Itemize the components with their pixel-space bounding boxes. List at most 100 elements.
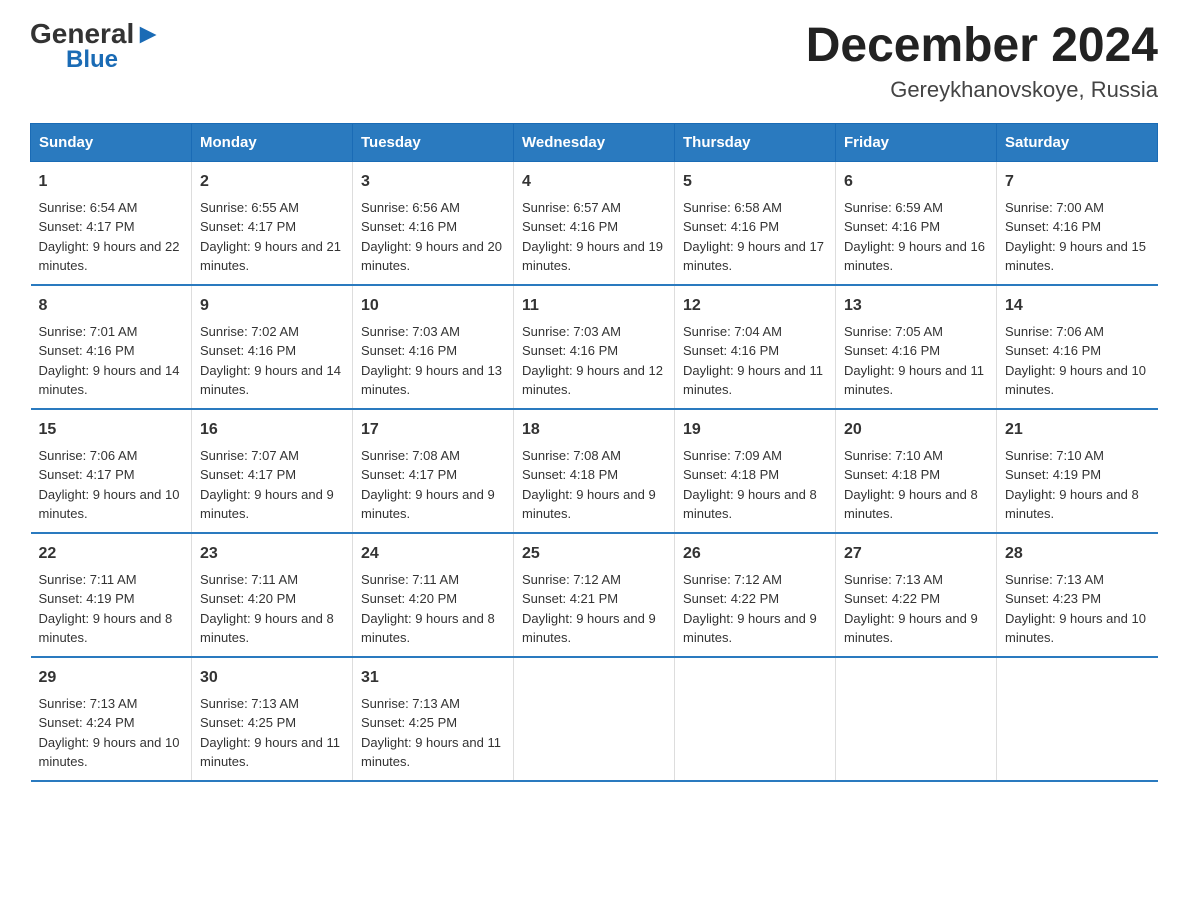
calendar-cell: 28Sunrise: 7:13 AMSunset: 4:23 PMDayligh… bbox=[997, 533, 1158, 657]
day-info: Sunrise: 7:07 AMSunset: 4:17 PMDaylight:… bbox=[200, 448, 334, 522]
calendar-cell: 15Sunrise: 7:06 AMSunset: 4:17 PMDayligh… bbox=[31, 409, 192, 533]
calendar-week-1: 1 Sunrise: 6:54 AMSunset: 4:17 PMDaylight… bbox=[31, 161, 1158, 285]
day-info: Sunrise: 7:10 AMSunset: 4:18 PMDaylight:… bbox=[844, 448, 978, 522]
calendar-cell: 12 Sunrise: 7:04 AMSunset: 4:16 PMDayligh… bbox=[675, 285, 836, 409]
calendar-week-2: 8 Sunrise: 7:01 AMSunset: 4:16 PMDaylight… bbox=[31, 285, 1158, 409]
title-block: December 2024 Gereykhanovskoye, Russia bbox=[806, 20, 1158, 103]
calendar-cell: 25 Sunrise: 7:12 AMSunset: 4:21 PMDayligh… bbox=[514, 533, 675, 657]
calendar-table: SundayMondayTuesdayWednesdayThursdayFrid… bbox=[30, 123, 1158, 782]
day-info: Sunrise: 7:13 AMSunset: 4:24 PMDaylight:… bbox=[39, 696, 180, 770]
day-number: 28 bbox=[1005, 542, 1150, 566]
calendar-cell: 10 Sunrise: 7:03 AMSunset: 4:16 PMDayligh… bbox=[353, 285, 514, 409]
calendar-cell: 31Sunrise: 7:13 AMSunset: 4:25 PMDayligh… bbox=[353, 657, 514, 781]
calendar-cell: 3 Sunrise: 6:56 AMSunset: 4:16 PMDaylight… bbox=[353, 161, 514, 285]
header-tuesday: Tuesday bbox=[353, 123, 514, 161]
day-number: 14 bbox=[1005, 294, 1150, 318]
calendar-cell bbox=[514, 657, 675, 781]
day-number: 12 bbox=[683, 294, 827, 318]
day-number: 4 bbox=[522, 170, 666, 194]
calendar-week-5: 29Sunrise: 7:13 AMSunset: 4:24 PMDayligh… bbox=[31, 657, 1158, 781]
calendar-cell: 14 Sunrise: 7:06 AMSunset: 4:16 PMDayligh… bbox=[997, 285, 1158, 409]
calendar-cell: 19 Sunrise: 7:09 AMSunset: 4:18 PMDayligh… bbox=[675, 409, 836, 533]
day-info: Sunrise: 6:54 AMSunset: 4:17 PMDaylight:… bbox=[39, 200, 180, 274]
day-info: Sunrise: 6:56 AMSunset: 4:16 PMDaylight:… bbox=[361, 200, 502, 274]
calendar-cell: 13 Sunrise: 7:05 AMSunset: 4:16 PMDayligh… bbox=[836, 285, 997, 409]
calendar-cell: 1 Sunrise: 6:54 AMSunset: 4:17 PMDaylight… bbox=[31, 161, 192, 285]
day-number: 27 bbox=[844, 542, 988, 566]
day-number: 8 bbox=[39, 294, 184, 318]
calendar-cell: 26 Sunrise: 7:12 AMSunset: 4:22 PMDayligh… bbox=[675, 533, 836, 657]
calendar-cell: 21Sunrise: 7:10 AMSunset: 4:19 PMDayligh… bbox=[997, 409, 1158, 533]
calendar-cell: 30Sunrise: 7:13 AMSunset: 4:25 PMDayligh… bbox=[192, 657, 353, 781]
calendar-cell: 18 Sunrise: 7:08 AMSunset: 4:18 PMDayligh… bbox=[514, 409, 675, 533]
page-header: General► Blue December 2024 Gereykhanovs… bbox=[30, 20, 1158, 103]
day-number: 18 bbox=[522, 418, 666, 442]
day-info: Sunrise: 7:01 AMSunset: 4:16 PMDaylight:… bbox=[39, 324, 180, 398]
day-number: 30 bbox=[200, 666, 344, 690]
calendar-cell: 24 Sunrise: 7:11 AMSunset: 4:20 PMDayligh… bbox=[353, 533, 514, 657]
day-number: 26 bbox=[683, 542, 827, 566]
calendar-cell: 17 Sunrise: 7:08 AMSunset: 4:17 PMDayligh… bbox=[353, 409, 514, 533]
calendar-cell: 23 Sunrise: 7:11 AMSunset: 4:20 PMDayligh… bbox=[192, 533, 353, 657]
calendar-subtitle: Gereykhanovskoye, Russia bbox=[806, 77, 1158, 103]
day-info: Sunrise: 7:13 AMSunset: 4:22 PMDaylight:… bbox=[844, 572, 978, 646]
calendar-cell: 2 Sunrise: 6:55 AMSunset: 4:17 PMDaylight… bbox=[192, 161, 353, 285]
day-number: 25 bbox=[522, 542, 666, 566]
day-info: Sunrise: 7:11 AMSunset: 4:20 PMDaylight:… bbox=[361, 572, 495, 646]
day-info: Sunrise: 7:02 AMSunset: 4:16 PMDaylight:… bbox=[200, 324, 341, 398]
day-number: 5 bbox=[683, 170, 827, 194]
calendar-cell: 27 Sunrise: 7:13 AMSunset: 4:22 PMDayligh… bbox=[836, 533, 997, 657]
day-info: Sunrise: 7:06 AMSunset: 4:17 PMDaylight:… bbox=[39, 448, 180, 522]
day-number: 3 bbox=[361, 170, 505, 194]
day-number: 6 bbox=[844, 170, 988, 194]
calendar-cell: 20Sunrise: 7:10 AMSunset: 4:18 PMDayligh… bbox=[836, 409, 997, 533]
calendar-cell: 9Sunrise: 7:02 AMSunset: 4:16 PMDaylight… bbox=[192, 285, 353, 409]
calendar-cell bbox=[675, 657, 836, 781]
day-number: 7 bbox=[1005, 170, 1150, 194]
calendar-cell: 8 Sunrise: 7:01 AMSunset: 4:16 PMDaylight… bbox=[31, 285, 192, 409]
day-number: 1 bbox=[39, 170, 184, 194]
day-info: Sunrise: 6:55 AMSunset: 4:17 PMDaylight:… bbox=[200, 200, 341, 274]
day-number: 10 bbox=[361, 294, 505, 318]
calendar-cell: 16 Sunrise: 7:07 AMSunset: 4:17 PMDayligh… bbox=[192, 409, 353, 533]
day-info: Sunrise: 7:12 AMSunset: 4:22 PMDaylight:… bbox=[683, 572, 817, 646]
day-info: Sunrise: 7:12 AMSunset: 4:21 PMDaylight:… bbox=[522, 572, 656, 646]
header-saturday: Saturday bbox=[997, 123, 1158, 161]
day-info: Sunrise: 7:08 AMSunset: 4:18 PMDaylight:… bbox=[522, 448, 656, 522]
logo: General► Blue bbox=[30, 20, 162, 72]
day-number: 21 bbox=[1005, 418, 1150, 442]
day-number: 16 bbox=[200, 418, 344, 442]
day-number: 19 bbox=[683, 418, 827, 442]
header-wednesday: Wednesday bbox=[514, 123, 675, 161]
day-info: Sunrise: 7:05 AMSunset: 4:16 PMDaylight:… bbox=[844, 324, 984, 398]
calendar-cell bbox=[997, 657, 1158, 781]
day-info: Sunrise: 7:08 AMSunset: 4:17 PMDaylight:… bbox=[361, 448, 495, 522]
day-number: 2 bbox=[200, 170, 344, 194]
day-info: Sunrise: 7:09 AMSunset: 4:18 PMDaylight:… bbox=[683, 448, 817, 522]
logo-triangle-icon: ► bbox=[134, 18, 162, 49]
calendar-cell: 7 Sunrise: 7:00 AMSunset: 4:16 PMDaylight… bbox=[997, 161, 1158, 285]
day-info: Sunrise: 7:00 AMSunset: 4:16 PMDaylight:… bbox=[1005, 200, 1146, 274]
calendar-cell: 11Sunrise: 7:03 AMSunset: 4:16 PMDayligh… bbox=[514, 285, 675, 409]
calendar-cell bbox=[836, 657, 997, 781]
calendar-header-row: SundayMondayTuesdayWednesdayThursdayFrid… bbox=[31, 123, 1158, 161]
calendar-week-4: 22Sunrise: 7:11 AMSunset: 4:19 PMDayligh… bbox=[31, 533, 1158, 657]
day-info: Sunrise: 7:11 AMSunset: 4:20 PMDaylight:… bbox=[200, 572, 334, 646]
calendar-cell: 22Sunrise: 7:11 AMSunset: 4:19 PMDayligh… bbox=[31, 533, 192, 657]
calendar-cell: 5 Sunrise: 6:58 AMSunset: 4:16 PMDaylight… bbox=[675, 161, 836, 285]
day-info: Sunrise: 7:04 AMSunset: 4:16 PMDaylight:… bbox=[683, 324, 823, 398]
header-friday: Friday bbox=[836, 123, 997, 161]
day-number: 22 bbox=[39, 542, 184, 566]
day-info: Sunrise: 7:03 AMSunset: 4:16 PMDaylight:… bbox=[522, 324, 663, 398]
day-info: Sunrise: 6:57 AMSunset: 4:16 PMDaylight:… bbox=[522, 200, 663, 274]
day-number: 24 bbox=[361, 542, 505, 566]
day-number: 17 bbox=[361, 418, 505, 442]
day-number: 23 bbox=[200, 542, 344, 566]
day-info: Sunrise: 7:03 AMSunset: 4:16 PMDaylight:… bbox=[361, 324, 502, 398]
day-number: 13 bbox=[844, 294, 988, 318]
logo-blue-text: Blue bbox=[66, 48, 118, 72]
day-info: Sunrise: 6:58 AMSunset: 4:16 PMDaylight:… bbox=[683, 200, 824, 274]
day-info: Sunrise: 7:06 AMSunset: 4:16 PMDaylight:… bbox=[1005, 324, 1146, 398]
header-monday: Monday bbox=[192, 123, 353, 161]
calendar-cell: 4 Sunrise: 6:57 AMSunset: 4:16 PMDaylight… bbox=[514, 161, 675, 285]
